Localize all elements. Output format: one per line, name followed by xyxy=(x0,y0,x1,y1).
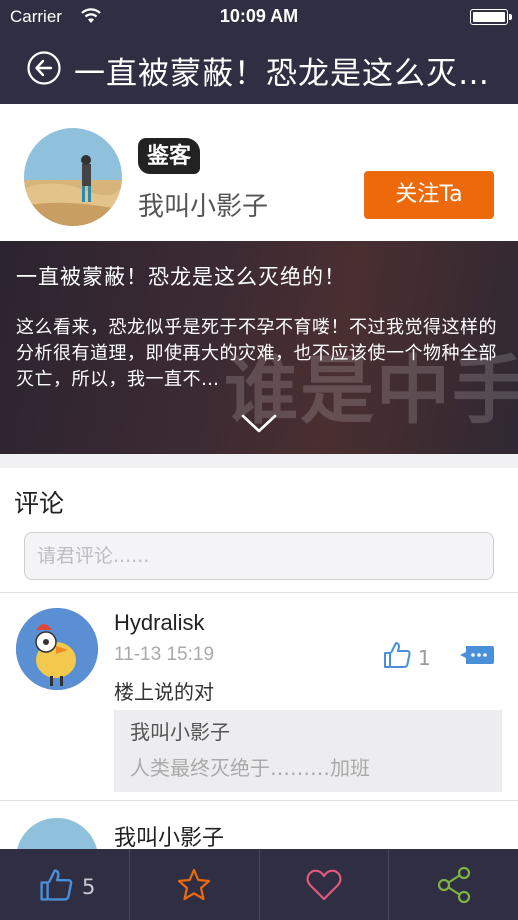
article-excerpt: 这么看来，恐龙似乎是死于不孕不育喽！不过我觉得这样的分析很有道理，即使再大的灾难… xyxy=(16,317,497,390)
divider xyxy=(0,592,518,593)
heart-icon xyxy=(306,869,342,900)
comments-heading: 评论 xyxy=(14,489,65,518)
quoted-comment: 我叫小影子 人类最终灭绝于………加班 xyxy=(114,710,502,792)
author-avatar[interactable] xyxy=(24,128,122,226)
comment-timestamp: 11-13 15:19 xyxy=(114,644,215,665)
article-title: 一直被蒙蔽！恐龙是这么灭绝的！ xyxy=(16,265,346,289)
like-article-button[interactable]: 5 xyxy=(0,849,130,920)
star-icon xyxy=(178,868,211,900)
quoted-text: 人类最终灭绝于………加班 xyxy=(130,756,370,780)
share-button[interactable] xyxy=(389,849,518,920)
comment-input[interactable] xyxy=(24,532,494,580)
clock: 10:09 AM xyxy=(219,6,299,26)
article-banner[interactable]: 谁是中手 一直被蒙蔽！恐龙是这么灭绝的！ 这么看来，恐龙似乎是死于不孕不育喽！不… xyxy=(0,241,518,454)
love-button[interactable] xyxy=(260,849,390,920)
author-header: 鉴客 我叫小影子 关注Ta xyxy=(0,104,518,241)
top-bar: Carrier 10:09 AM 一直被蒙蔽！恐龙是这么灭绝的！ xyxy=(0,0,518,104)
comment-text: 楼上说的对 xyxy=(114,680,214,704)
battery-icon xyxy=(470,9,512,25)
author-badge: 鉴客 xyxy=(138,138,200,174)
bottom-action-bar: 5 xyxy=(0,849,518,920)
comment-like-count: 1 xyxy=(418,646,431,670)
comment-like-button[interactable] xyxy=(382,640,412,674)
comment-bubble-icon xyxy=(460,646,494,664)
favorite-button[interactable] xyxy=(130,849,260,920)
nav-bar: 一直被蒙蔽！恐龙是这么灭绝的！ xyxy=(0,40,518,96)
follow-button[interactable]: 关注Ta xyxy=(364,171,494,219)
page-title: 一直被蒙蔽！恐龙是这么灭绝的！ xyxy=(74,56,504,92)
share-icon xyxy=(437,866,470,903)
article-like-count: 5 xyxy=(82,875,96,899)
commenter-avatar[interactable] xyxy=(16,608,98,690)
commenter-name[interactable]: 我叫小影子 xyxy=(114,820,224,852)
back-button[interactable] xyxy=(26,50,62,86)
reply-button[interactable] xyxy=(458,644,496,672)
thumbs-up-icon xyxy=(40,868,73,901)
expand-chevron-icon[interactable] xyxy=(240,413,278,439)
quoted-user: 我叫小影子 xyxy=(130,720,230,744)
back-arrow-icon xyxy=(27,51,61,85)
author-name[interactable]: 我叫小影子 xyxy=(138,186,268,223)
thumbs-up-icon xyxy=(384,642,411,668)
status-bar: Carrier 10:09 AM xyxy=(0,0,518,34)
commenter-name[interactable]: Hydralisk xyxy=(114,610,204,636)
divider xyxy=(0,800,518,801)
